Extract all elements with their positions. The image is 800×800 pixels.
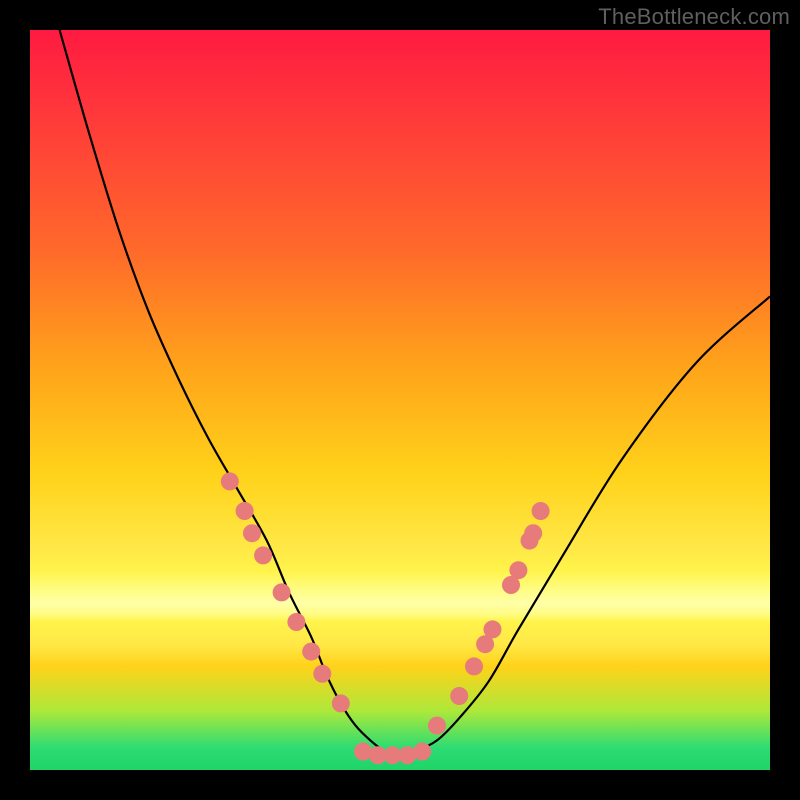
- highlight-dot: [532, 502, 550, 520]
- highlight-dot: [236, 502, 254, 520]
- highlight-dot: [476, 635, 494, 653]
- highlight-dot: [243, 524, 261, 542]
- highlight-dot: [450, 687, 468, 705]
- highlight-dot: [428, 717, 446, 735]
- highlight-dot: [287, 613, 305, 631]
- highlight-dot: [313, 665, 331, 683]
- highlight-dot: [302, 643, 320, 661]
- highlight-dot: [273, 583, 291, 601]
- plot-area: [30, 30, 770, 770]
- highlight-dot: [254, 546, 272, 564]
- highlight-dot: [221, 472, 239, 490]
- highlight-dot: [484, 620, 502, 638]
- highlight-dot: [354, 743, 372, 761]
- highlight-dots: [30, 30, 770, 770]
- watermark-text: TheBottleneck.com: [598, 4, 790, 30]
- highlight-dot: [509, 561, 527, 579]
- highlight-dot: [384, 746, 402, 764]
- highlight-dot: [413, 743, 431, 761]
- highlight-dot: [502, 576, 520, 594]
- highlight-dot: [332, 694, 350, 712]
- highlight-dot: [398, 746, 416, 764]
- highlight-dot: [369, 746, 387, 764]
- highlight-dot: [524, 524, 542, 542]
- bottleneck-curve: [30, 30, 770, 770]
- highlight-dot: [521, 532, 539, 550]
- highlight-dot: [465, 657, 483, 675]
- chart-container: TheBottleneck.com: [0, 0, 800, 800]
